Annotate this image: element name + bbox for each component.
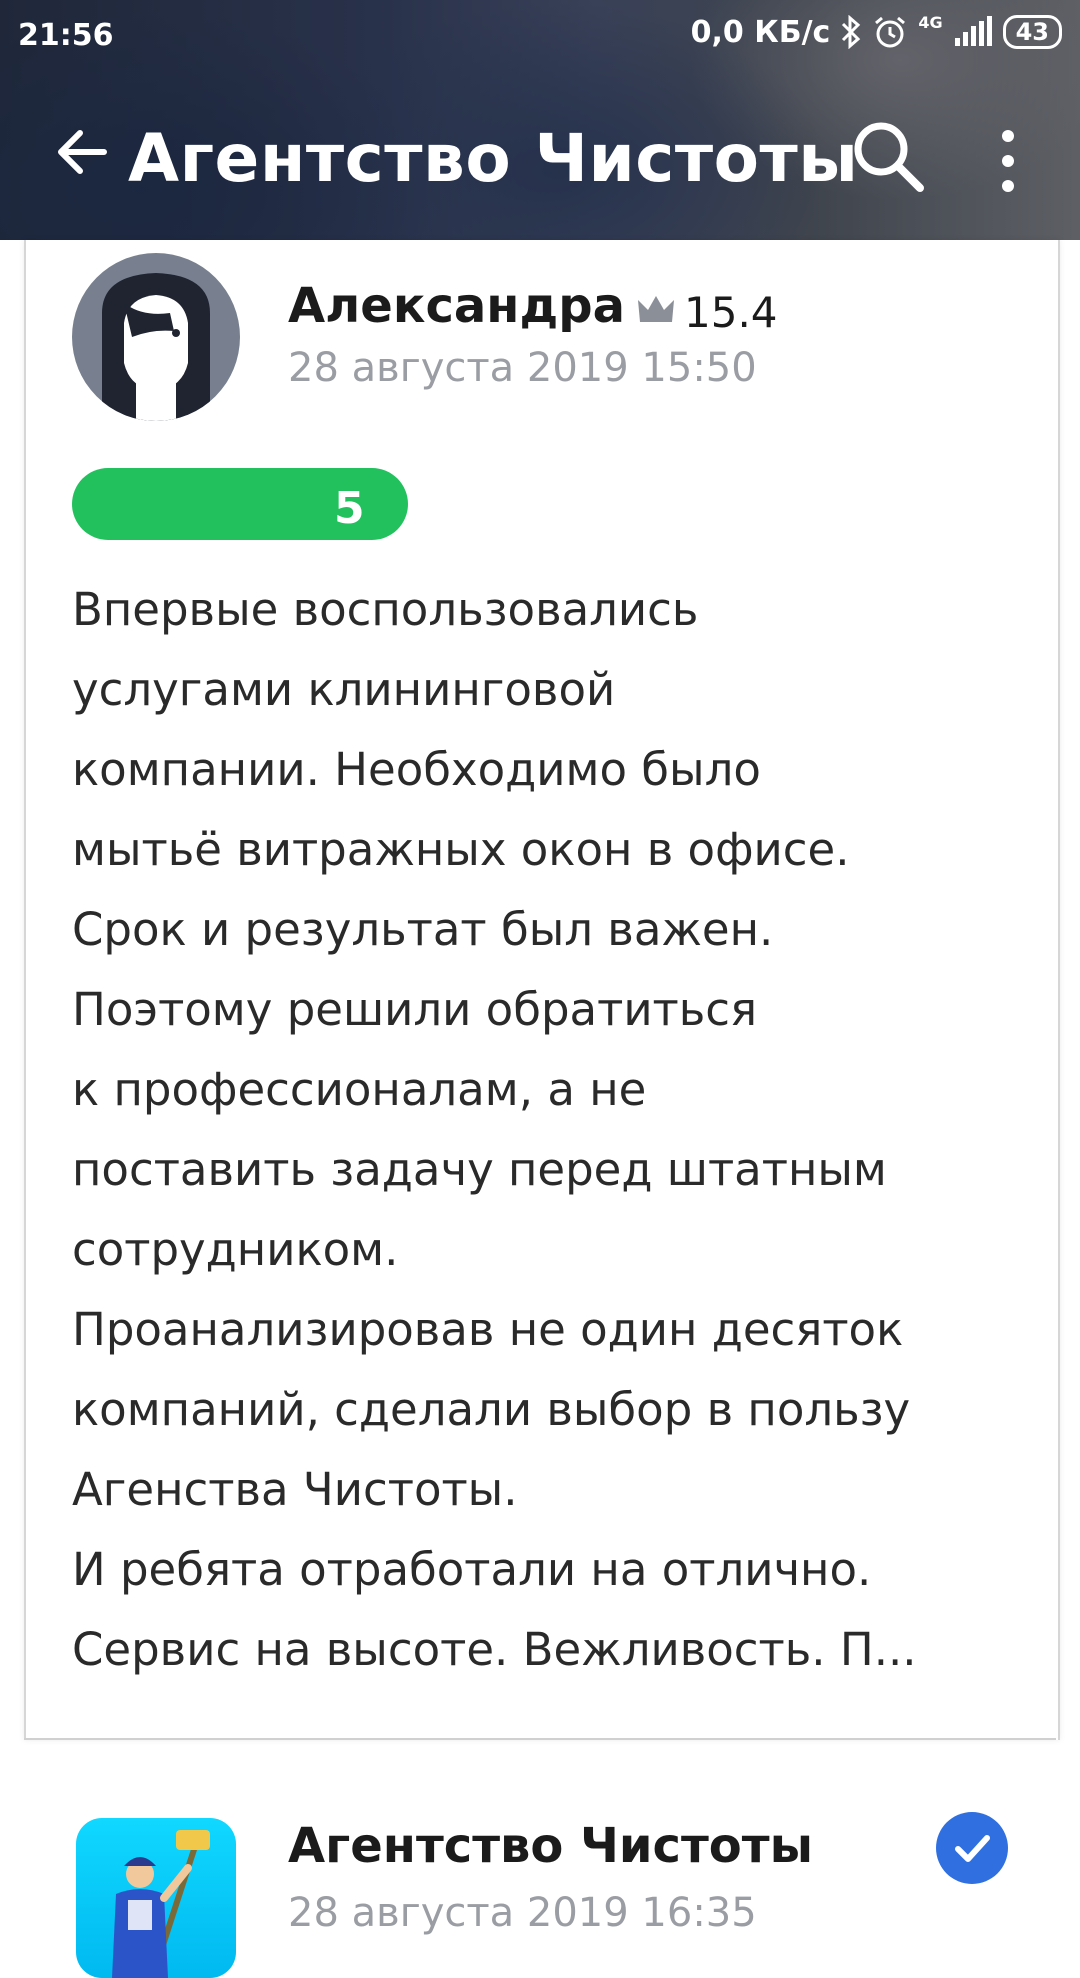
user-avatar-icon xyxy=(102,273,210,421)
search-icon[interactable] xyxy=(848,116,928,196)
network-type: 4G xyxy=(918,12,943,32)
author-avatar[interactable] xyxy=(72,253,240,421)
bluetooth-icon xyxy=(842,15,861,49)
reply-date: 28 августа 2019 16:35 xyxy=(288,1890,757,1936)
more-vert-icon[interactable] xyxy=(990,126,1026,196)
author-rating: 15.4 xyxy=(684,288,778,337)
alarm-icon xyxy=(875,16,906,48)
verified-icon xyxy=(936,1812,1008,1884)
signal-icon xyxy=(954,16,992,46)
cleaner-logo-icon xyxy=(112,1830,210,1978)
crown-icon xyxy=(638,296,674,322)
network-speed: 0,0 КБ/с xyxy=(690,14,831,50)
author-name[interactable]: Александра xyxy=(288,278,625,334)
review-date: 28 августа 2019 15:50 xyxy=(288,345,757,391)
score-value: 5 xyxy=(334,483,365,534)
status-time: 21:56 xyxy=(18,18,114,53)
page-title: Агентство Чистоты xyxy=(128,120,859,197)
battery-indicator: 43 xyxy=(1002,15,1062,49)
status-bar: 21:56 0,0 КБ/с 4G 43 xyxy=(0,0,1080,72)
toolbar: Агентство Чистоты xyxy=(0,80,1080,240)
reply-author[interactable]: Агентство Чистоты xyxy=(288,1818,813,1874)
arrow-left-icon[interactable] xyxy=(52,122,112,182)
status-icons: 0,0 КБ/с 4G 43 xyxy=(690,12,1062,50)
company-avatar[interactable] xyxy=(76,1818,236,1978)
divider xyxy=(24,1738,1056,1740)
review-text[interactable]: Впервые воспользовались услугами клининг… xyxy=(72,570,1022,1690)
